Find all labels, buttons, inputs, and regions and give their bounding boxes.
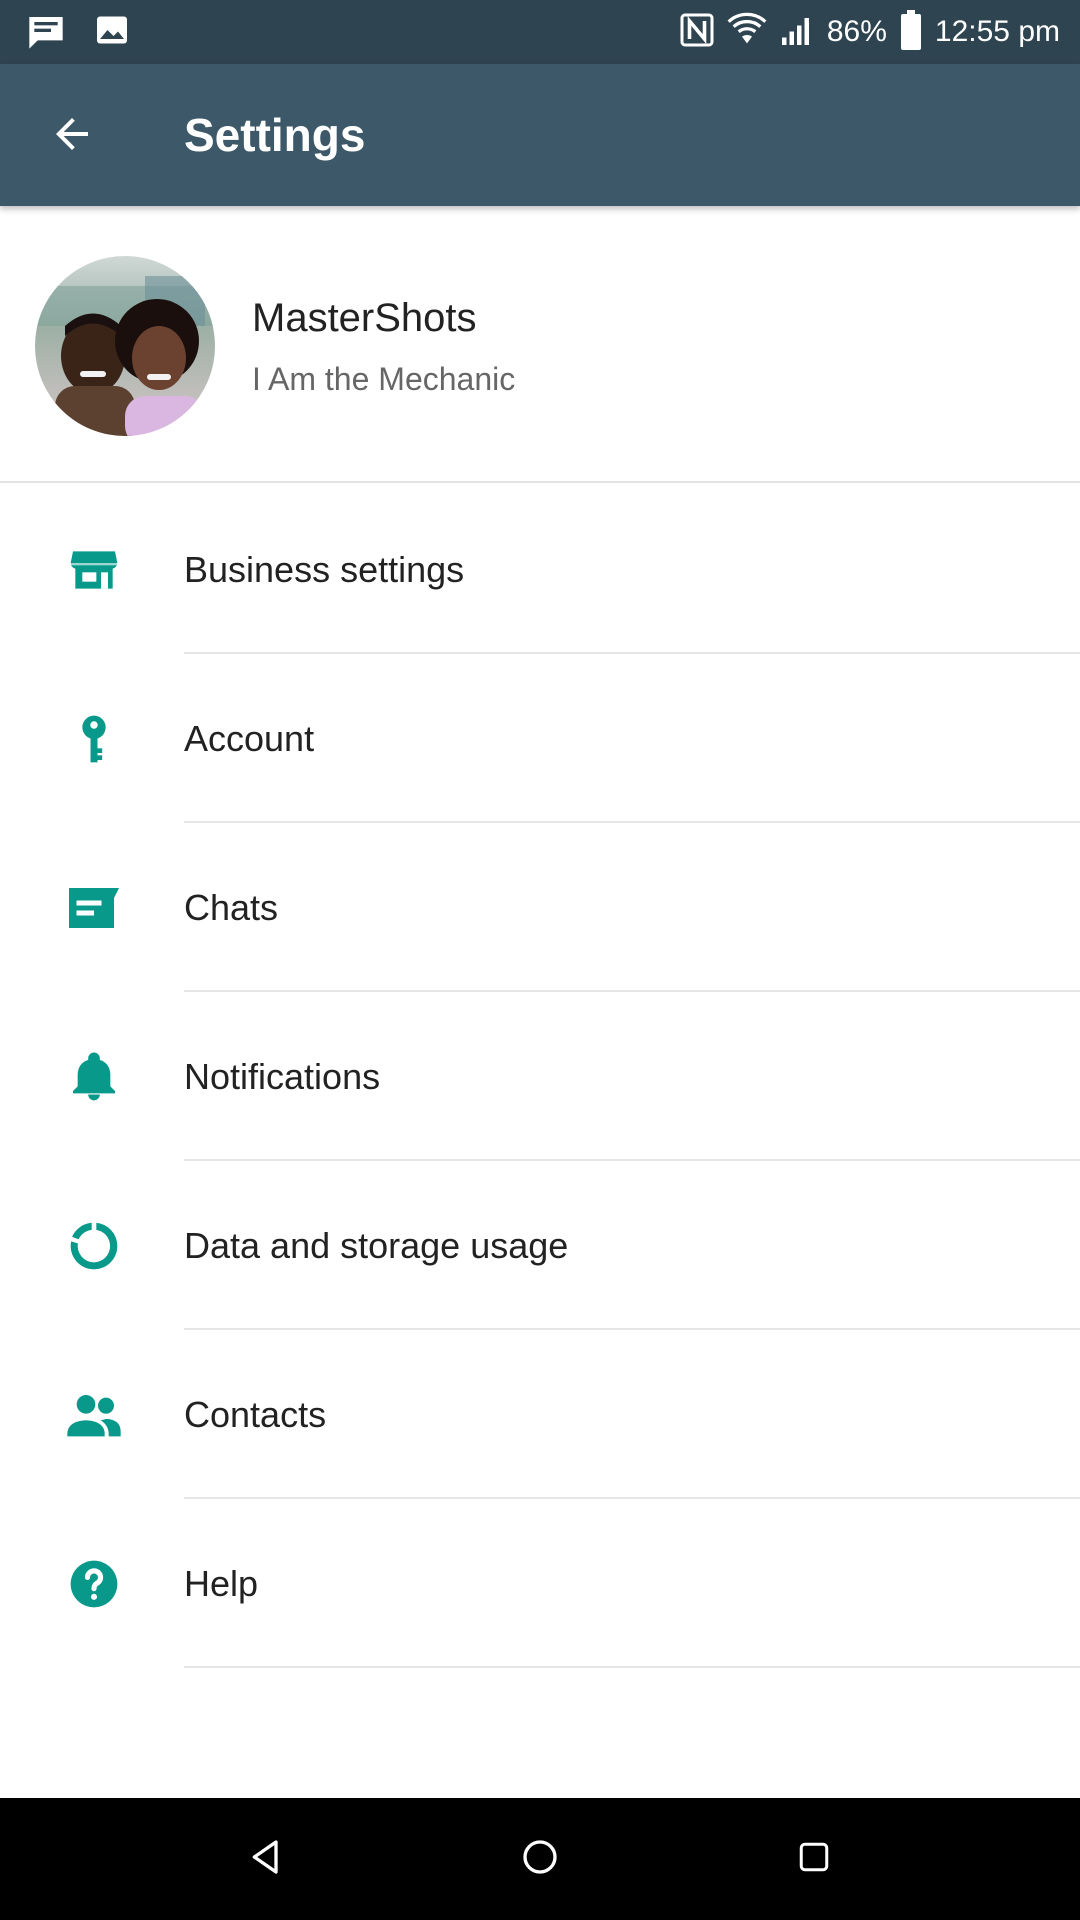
menu-item-account[interactable]: Account (0, 654, 1080, 823)
help-icon (58, 1548, 130, 1620)
nav-home-icon (520, 1837, 560, 1882)
battery-percent: 86% (826, 15, 887, 48)
profile-status: I Am the Mechanic (252, 361, 516, 397)
key-icon (58, 703, 130, 775)
status-bar-system: 86% 12:55 pm (679, 0, 1060, 64)
nav-recents-icon (796, 1839, 832, 1880)
navigation-bar (0, 1798, 1080, 1920)
divider (184, 1666, 1080, 1668)
wifi-icon (727, 10, 767, 55)
arrow-back-icon (48, 110, 96, 163)
status-bar-notifications (26, 12, 130, 57)
menu-item-label: Business settings (184, 548, 465, 590)
menu-item-notifications[interactable]: Notifications (0, 992, 1080, 1161)
signal-icon (779, 12, 815, 53)
profile-name: MasterShots (252, 296, 477, 340)
back-button[interactable] (36, 100, 108, 172)
nav-back-icon (246, 1837, 286, 1882)
nfc-icon (679, 12, 715, 53)
clock: 12:55 pm (934, 15, 1060, 48)
menu-item-label: Notifications (184, 1055, 381, 1097)
nav-recents-button[interactable] (784, 1829, 844, 1889)
menu-item-label: Chats (184, 886, 279, 928)
status-bar: 86% 12:55 pm (0, 0, 1080, 64)
menu-item-label: Help (184, 1562, 259, 1604)
settings-menu: Business settings Account Chats Notifica… (0, 485, 1080, 1668)
nav-back-button[interactable] (236, 1829, 296, 1889)
message-icon (26, 12, 66, 57)
menu-item-data-storage[interactable]: Data and storage usage (0, 1161, 1080, 1330)
store-icon (58, 534, 130, 606)
page-title: Settings (184, 109, 366, 161)
menu-item-label: Contacts (184, 1393, 327, 1435)
app-toolbar: Settings (0, 64, 1080, 206)
menu-item-business-settings[interactable]: Business settings (0, 485, 1080, 654)
menu-item-chats[interactable]: Chats (0, 823, 1080, 992)
menu-item-label: Data and storage usage (184, 1224, 569, 1266)
battery-icon (899, 9, 923, 55)
avatar[interactable] (35, 256, 215, 436)
menu-item-contacts[interactable]: Contacts (0, 1330, 1080, 1499)
image-icon (94, 12, 130, 57)
profile-header[interactable]: MasterShots I Am the Mechanic (0, 206, 1080, 483)
bell-icon (58, 1041, 130, 1113)
chat-icon (58, 872, 130, 944)
menu-item-label: Account (184, 717, 315, 759)
nav-home-button[interactable] (510, 1829, 570, 1889)
menu-item-help[interactable]: Help (0, 1499, 1080, 1668)
people-icon (58, 1379, 130, 1451)
data-usage-icon (58, 1210, 130, 1282)
